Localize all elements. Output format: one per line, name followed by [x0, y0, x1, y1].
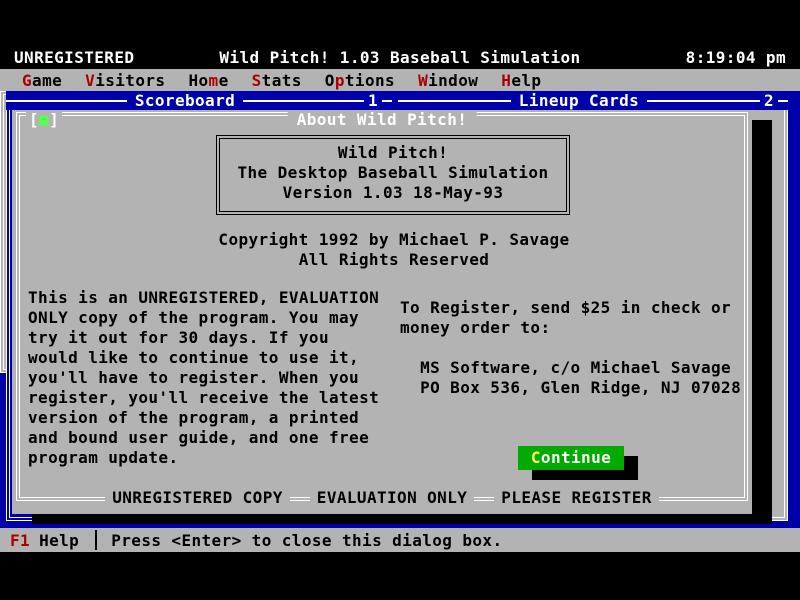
menu-item-help[interactable]: Help	[491, 71, 551, 90]
menu-bar: Game Visitors Home Stats Options Window …	[0, 69, 800, 91]
app-title: Wild Pitch! 1.03 Baseball Simulation	[0, 48, 800, 67]
title-rule	[382, 100, 392, 102]
lineup-title-bar: Lineup Cards 2	[398, 91, 788, 110]
title-rule	[243, 100, 364, 102]
footer-please-register: PLEASE REGISTER	[494, 488, 659, 507]
scoreboard-title-bar: Scoreboard 1	[6, 91, 392, 110]
close-icon: ■	[39, 110, 49, 129]
dialog-title: About Wild Pitch!	[288, 110, 477, 129]
screen: UNREGISTERED Wild Pitch! 1.03 Baseball S…	[0, 0, 800, 600]
f1-help-shortcut[interactable]: F1	[10, 531, 30, 550]
menu-item-home[interactable]: Home	[178, 71, 238, 90]
scoreboard-window-number: 1	[364, 91, 382, 110]
title-rule	[778, 100, 788, 102]
app-title-bar: UNREGISTERED Wild Pitch! 1.03 Baseball S…	[0, 46, 800, 69]
status-message: Press <Enter> to close this dialog box.	[111, 531, 502, 550]
footer-unregistered-copy: UNREGISTERED COPY	[105, 488, 290, 507]
menu-item-stats[interactable]: Stats	[242, 71, 312, 90]
help-label[interactable]: Help	[39, 531, 79, 550]
close-button[interactable]: [■]	[26, 110, 62, 130]
lineup-title: Lineup Cards	[511, 91, 647, 110]
clock: 8:19:04 pm	[686, 48, 786, 67]
menu-item-visitors[interactable]: Visitors	[75, 71, 175, 90]
title-rule	[398, 100, 511, 102]
status-divider	[95, 530, 97, 550]
menu-item-window[interactable]: Window	[408, 71, 488, 90]
desktop: Scoreboard 1 Lineup Cards 2 [■] About Wi…	[0, 91, 800, 528]
menu-item-game[interactable]: Game	[12, 71, 72, 90]
status-bar: F1 Help Press <Enter> to close this dial…	[0, 528, 800, 552]
title-rule	[647, 100, 760, 102]
copyright-text: Copyright 1992 by Michael P. Savage All …	[36, 230, 752, 270]
title-rule	[6, 100, 127, 102]
registration-address-text: To Register, send $25 in check or money …	[400, 298, 741, 398]
footer-evaluation-only: EVALUATION ONLY	[310, 488, 475, 507]
lineup-window-number: 2	[760, 91, 778, 110]
about-dialog: [■] About Wild Pitch! Wild Pitch! The De…	[12, 110, 752, 514]
dialog-footer-banner: UNREGISTERED COPY EVALUATION ONLY PLEASE…	[12, 488, 752, 507]
continue-button[interactable]: Continue	[518, 446, 624, 470]
evaluation-notice-text: This is an UNREGISTERED, EVALUATION ONLY…	[28, 288, 379, 468]
menu-item-options[interactable]: Options	[315, 71, 405, 90]
scoreboard-title: Scoreboard	[127, 91, 243, 110]
program-info-box: Wild Pitch! The Desktop Baseball Simulat…	[216, 135, 570, 215]
